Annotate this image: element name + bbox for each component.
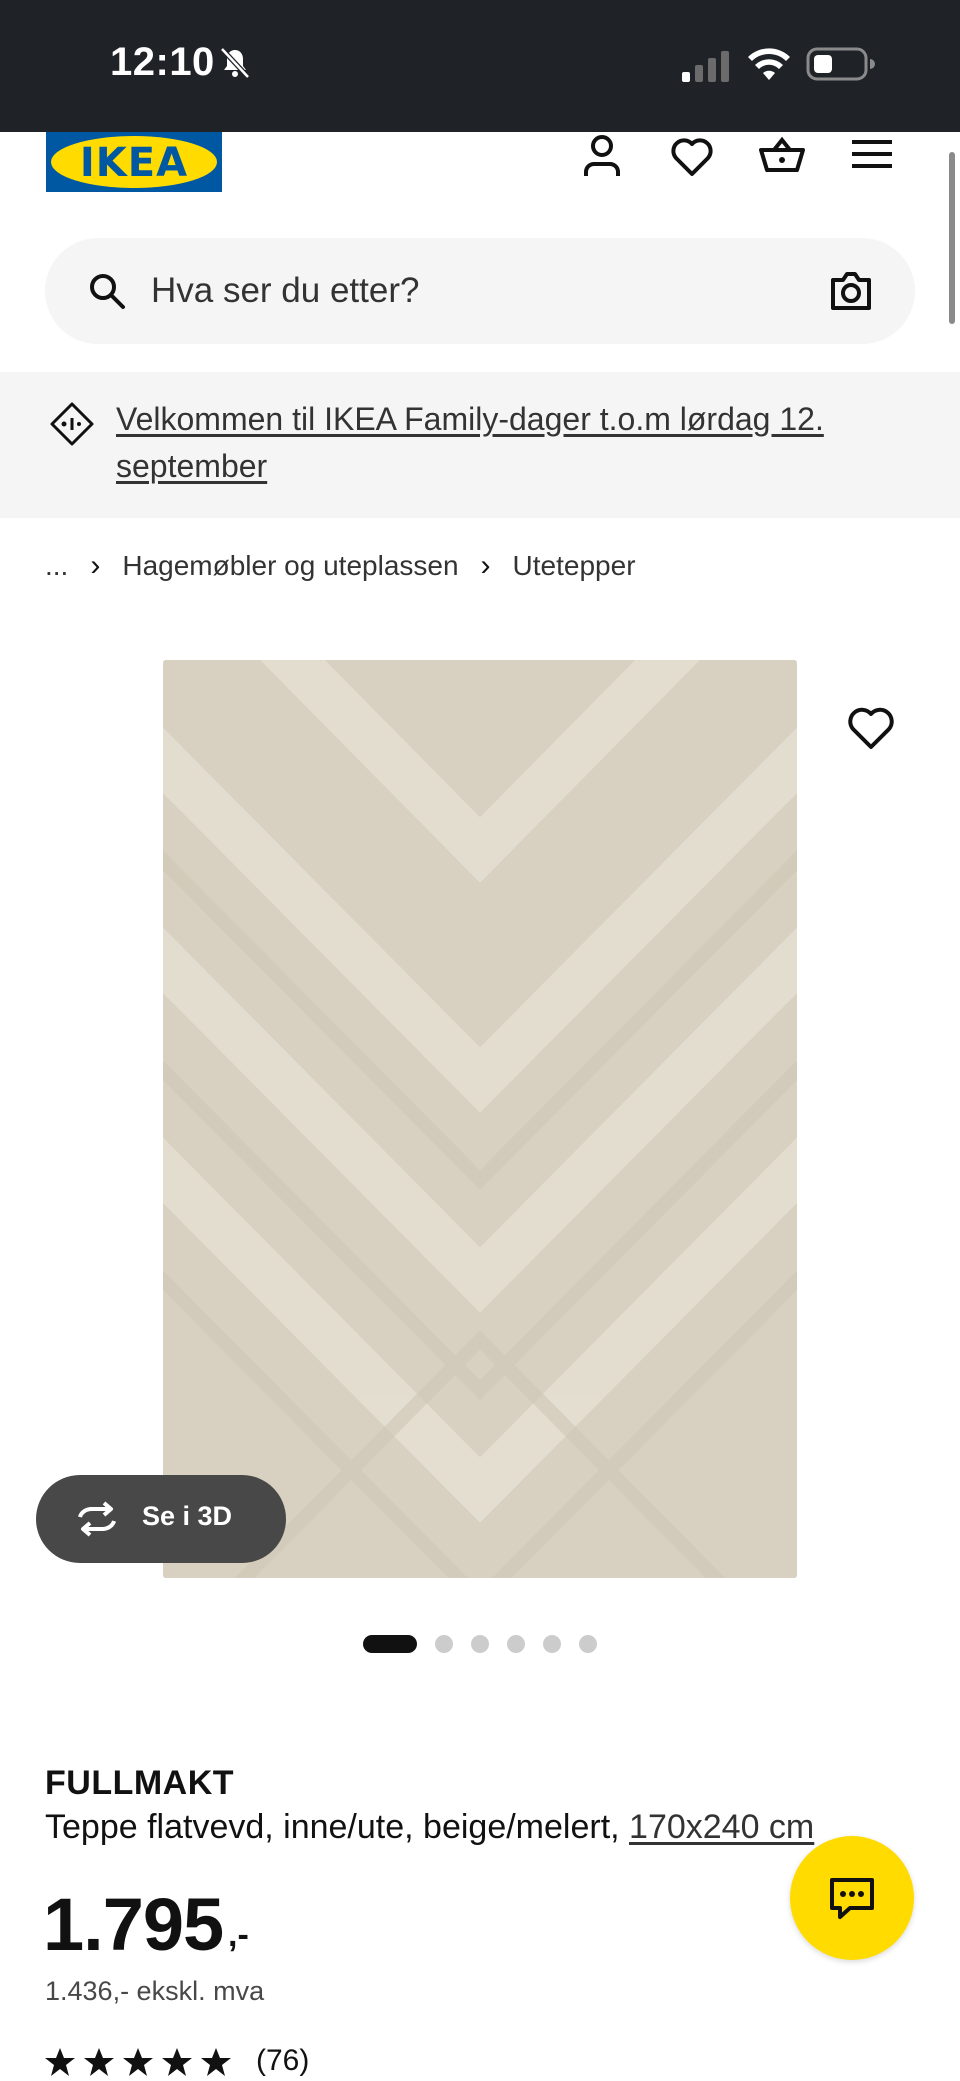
menu-icon [852, 140, 892, 168]
rotate-3d-icon [78, 1501, 116, 1537]
breadcrumb: ... › Hagemøbler og uteplassen › Utetepp… [45, 546, 636, 586]
rating-count[interactable]: (76) [256, 2044, 309, 2078]
wifi-icon [748, 48, 790, 80]
search-icon [90, 274, 125, 309]
image-carousel-indicator [363, 1634, 597, 1654]
view-3d-label: Se i 3D [142, 1501, 233, 1531]
breadcrumb-item-utetepper[interactable]: Utetepper [513, 550, 636, 582]
breadcrumb-item-hagemobler[interactable]: Hagemøbler og uteplassen [122, 550, 458, 582]
heart-icon [671, 138, 713, 176]
star-icon [45, 2048, 75, 2076]
camera-icon[interactable] [829, 270, 873, 312]
carousel-dot[interactable] [579, 1635, 597, 1653]
product-name: FULLMAKT [45, 1764, 235, 1802]
chat-button[interactable] [790, 1836, 914, 1960]
bell-muted-icon [220, 47, 250, 79]
carousel-dot[interactable] [435, 1635, 453, 1653]
status-bar: 12:10 [0, 0, 960, 132]
star-icon [123, 2048, 153, 2076]
product-image[interactable] [163, 660, 797, 1578]
family-banner-link[interactable]: Velkommen til IKEA Family-dager t.o.m lø… [116, 396, 916, 490]
carousel-dot[interactable] [363, 1635, 417, 1653]
cart-button[interactable] [758, 132, 806, 180]
cellular-signal-icon [682, 51, 729, 82]
star-icon [84, 2048, 114, 2076]
carousel-dot[interactable] [507, 1635, 525, 1653]
carousel-dot[interactable] [471, 1635, 489, 1653]
ikea-logo[interactable]: IKEA [46, 132, 222, 192]
product-price: 1.795 [43, 1883, 224, 1966]
battery-icon [806, 47, 875, 81]
status-time: 12:10 [110, 40, 215, 84]
breadcrumb-ellipsis[interactable]: ... [45, 550, 68, 582]
star-icon [201, 2048, 231, 2076]
tag-icon [50, 402, 94, 446]
account-button[interactable] [578, 132, 626, 180]
rating-stars[interactable] [44, 2046, 232, 2078]
product-size-link[interactable]: 170x240 cm [629, 1808, 814, 1846]
logo-text: IKEA [79, 140, 189, 186]
wishlist-button[interactable] [668, 132, 716, 180]
product-description-text: Teppe flatvevd, inne/ute, beige/melert, [45, 1808, 630, 1846]
view-3d-button[interactable]: Se i 3D [36, 1475, 286, 1563]
star-icon [162, 2048, 192, 2076]
person-icon [584, 135, 620, 176]
menu-button[interactable] [848, 132, 896, 180]
product-description: Teppe flatvevd, inne/ute, beige/melert, … [45, 1808, 814, 1847]
page-scrollbar[interactable] [949, 152, 955, 324]
add-to-wishlist-heart-icon[interactable] [846, 706, 896, 750]
chat-icon [830, 1878, 874, 1919]
search-bar[interactable] [45, 238, 915, 344]
rug-pattern [163, 660, 797, 1578]
search-input[interactable] [151, 264, 751, 318]
price-suffix: ,- [228, 1916, 249, 1954]
carousel-dot[interactable] [543, 1635, 561, 1653]
price-ex-vat: 1.436,- ekskl. mva [45, 1976, 265, 2006]
basket-icon [759, 136, 805, 172]
chevron-right-icon: › [480, 549, 491, 582]
chevron-right-icon: › [90, 549, 101, 582]
